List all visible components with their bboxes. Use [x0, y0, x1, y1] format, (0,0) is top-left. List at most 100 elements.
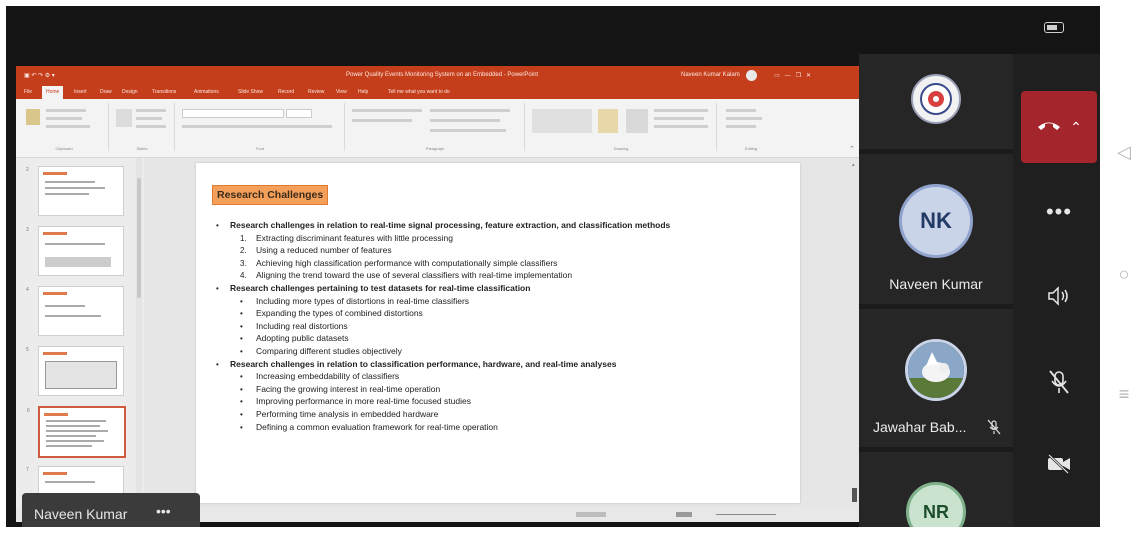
avatar: NR: [906, 482, 966, 527]
tab-view[interactable]: View: [336, 89, 347, 95]
bullet-marker: •: [240, 397, 243, 407]
bullet-marker: •: [240, 384, 243, 394]
mic-off-icon: [1048, 369, 1070, 400]
bullet-marker: 3.: [240, 258, 247, 268]
participant-tile[interactable]: Jawahar Bab...: [859, 309, 1013, 447]
user-avatar[interactable]: [746, 70, 757, 81]
participant-tile[interactable]: [859, 54, 1013, 149]
thumb-number: 2: [26, 167, 29, 173]
bullet-marker: •: [240, 372, 243, 382]
window-title: Power Quality Events Monitoring System o…: [346, 72, 539, 78]
ribbon: Clipboard Slides Font Paragraph Drawing …: [16, 99, 859, 158]
ribbon-group-editing[interactable]: Editing: [718, 103, 784, 151]
current-slide[interactable]: Research Challenges • Research challenges…: [196, 163, 800, 503]
participant-name: Naveen Kumar: [889, 276, 983, 292]
home-icon[interactable]: ○: [1112, 262, 1136, 286]
meeting-screen: ▣ ↶ ↷ ⚙ ▾ Power Quality Events Monitorin…: [6, 6, 1100, 527]
slide-heading-bullet: Research challenges pertaining to test d…: [230, 283, 531, 293]
group-label-font: Font: [255, 146, 264, 151]
slide-sub-bullet: Aligning the trend toward the use of sev…: [256, 270, 573, 281]
tab-home[interactable]: Home: [42, 86, 64, 99]
group-label-clipboard: Clipboard: [55, 146, 73, 151]
participants-panel: NK Naveen Kumar Jawahar Bab... NR: [859, 54, 1013, 527]
end-call-button[interactable]: ⌃: [1021, 91, 1097, 163]
view-buttons[interactable]: [576, 512, 776, 518]
slide-sub-bullet: Achieving high classification performanc…: [256, 257, 558, 268]
slide-sub-bullet: Improving performance in more real-time …: [256, 396, 471, 407]
tab-slide-show[interactable]: Slide Show: [238, 89, 263, 95]
group-label-editing: Editing: [744, 146, 758, 151]
participant-tile[interactable]: NK Naveen Kumar: [859, 154, 1013, 304]
canvas-scrollbar[interactable]: ▴: [852, 162, 857, 502]
ribbon-group-paragraph[interactable]: Paragraph: [346, 103, 525, 151]
system-nav-bar: ◁ ○ ≡: [1100, 0, 1148, 535]
slide-sub-bullet: Comparing different studies objectively: [256, 346, 402, 356]
bullet-marker: •: [240, 422, 243, 432]
presenter-name: Naveen Kumar: [34, 506, 128, 522]
thumb-number: 5: [26, 347, 29, 353]
collapse-ribbon-icon[interactable]: ⌃: [849, 145, 855, 153]
slide-sub-bullet: Using a reduced number of features: [256, 245, 392, 256]
slide-thumbnail[interactable]: 3: [26, 226, 124, 276]
tab-insert[interactable]: Insert: [74, 89, 87, 95]
recents-icon[interactable]: ≡: [1112, 382, 1136, 406]
battery-icon: [1044, 22, 1064, 33]
group-label-slides: Slides: [136, 146, 148, 151]
participant-name: Jawahar Bab...: [873, 419, 967, 435]
bullet-marker: •: [216, 284, 219, 293]
slide-sub-bullet: Extracting discriminant features with li…: [256, 232, 453, 243]
bullet-marker: •: [240, 410, 243, 419]
bullet-marker: •: [216, 359, 219, 369]
bullet-marker: •: [240, 309, 243, 319]
slide-thumbnails-pane: 2 3 4 5 6 7: [16, 158, 144, 516]
camera-off-icon: [1046, 453, 1072, 479]
window-controls[interactable]: ▭ — ❐ ✕: [774, 72, 811, 79]
thumb-number: 3: [26, 227, 29, 233]
slide-sub-bullet: Including real distortions: [256, 320, 348, 331]
tab-draw[interactable]: Draw: [100, 89, 112, 95]
slide-sub-bullet: Defining a common evaluation framework f…: [256, 421, 498, 432]
search-hint[interactable]: Tell me what you want to do: [388, 89, 450, 95]
quick-access-icons[interactable]: ▣ ↶ ↷ ⚙ ▾: [24, 72, 55, 79]
presenter-name-tag[interactable]: Naveen Kumar •••: [22, 493, 200, 527]
slide-thumbnail[interactable]: 4: [26, 286, 124, 336]
slide-sub-bullet: Facing the growing interest in real-time…: [256, 383, 441, 394]
presenter-more-button[interactable]: •••: [156, 503, 171, 519]
bullet-marker: 4.: [240, 271, 247, 281]
user-name: Naveen Kumar Kalam: [681, 72, 740, 78]
camera-button[interactable]: [1019, 436, 1099, 496]
back-icon[interactable]: ◁: [1112, 140, 1136, 164]
chevron-up-icon[interactable]: ⌃: [1070, 119, 1082, 136]
slide-canvas: Research Challenges • Research challenges…: [144, 158, 859, 508]
slide-thumbnail[interactable]: 2: [26, 166, 124, 216]
bullet-marker: •: [240, 347, 243, 356]
participant-tile[interactable]: NR: [859, 452, 1013, 527]
slide-sub-bullet: Performing time analysis in embedded har…: [256, 409, 439, 419]
more-options-button[interactable]: •••: [1019, 182, 1099, 242]
ribbon-group-slides[interactable]: Slides: [110, 103, 175, 151]
tab-animations[interactable]: Animations: [194, 89, 219, 95]
tab-review[interactable]: Review: [308, 89, 324, 95]
ribbon-group-font[interactable]: Font: [176, 103, 345, 151]
thumbnail-scrollbar[interactable]: [136, 158, 142, 508]
organization-logo: [911, 74, 961, 124]
tab-file[interactable]: File: [24, 89, 32, 95]
speaker-icon: [1047, 285, 1071, 312]
tab-record[interactable]: Record: [278, 89, 294, 95]
hang-up-icon: [1036, 118, 1062, 137]
slide-thumbnail[interactable]: 5: [26, 346, 124, 396]
mute-button[interactable]: [1019, 354, 1099, 414]
tab-transitions[interactable]: Transitions: [152, 89, 176, 95]
group-label-drawing: Drawing: [613, 146, 629, 151]
group-label-paragraph: Paragraph: [425, 146, 445, 151]
ribbon-group-drawing[interactable]: Drawing: [526, 103, 717, 151]
tab-help[interactable]: Help: [358, 89, 368, 95]
slide-thumbnail-selected[interactable]: 6: [27, 406, 126, 458]
slide-sub-bullet: Expanding the types of combined distorti…: [256, 308, 423, 319]
slide-sub-bullet: Adopting public datasets: [256, 333, 349, 344]
tab-design[interactable]: Design: [122, 89, 138, 95]
ribbon-group-clipboard[interactable]: Clipboard: [20, 103, 109, 151]
ppt-title-bar: ▣ ↶ ↷ ⚙ ▾ Power Quality Events Monitorin…: [16, 66, 859, 86]
speaker-button[interactable]: [1019, 268, 1099, 328]
thumb-number: 4: [26, 287, 29, 293]
